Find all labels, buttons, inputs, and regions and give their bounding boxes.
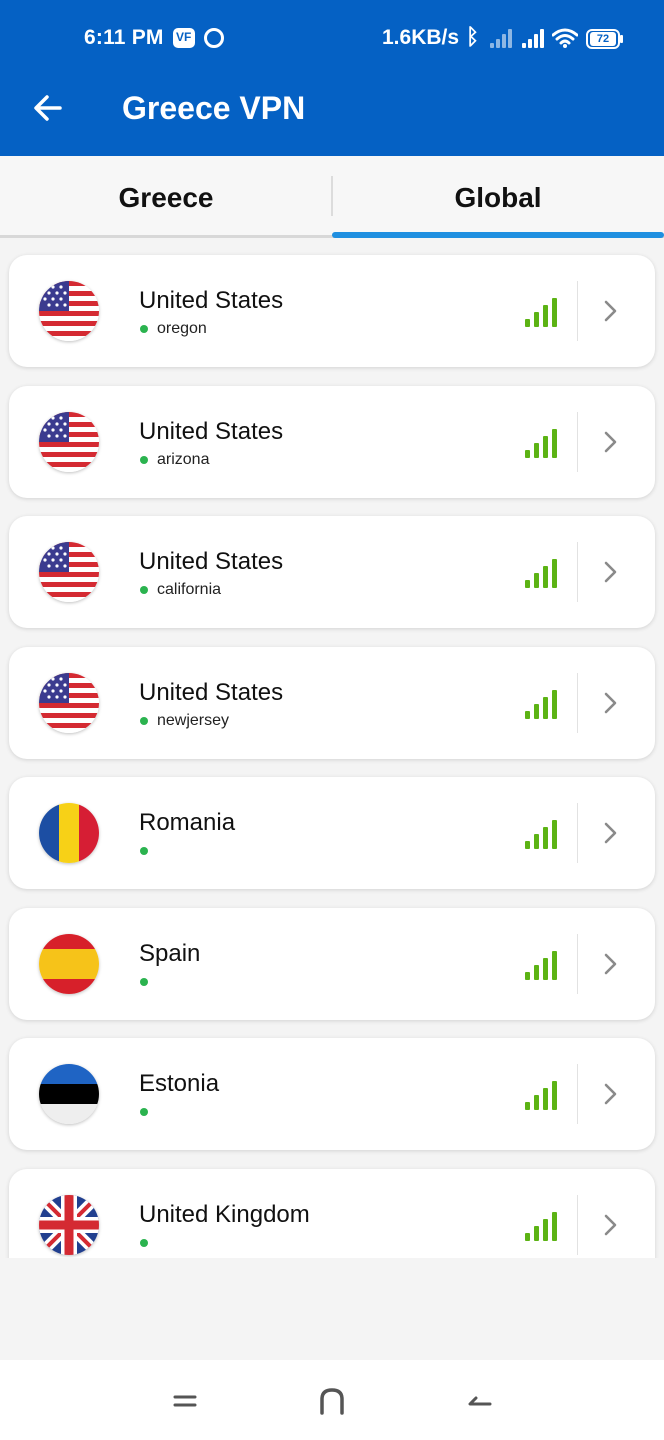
chevron-right-icon[interactable] [599, 428, 621, 456]
online-status-dot [140, 586, 148, 594]
signal-sim1-icon [490, 28, 516, 48]
server-card[interactable]: United Kingdom [9, 1168, 655, 1258]
app-bar: 6:11 PM VF 1.6KB/s ᛒ 72 Greece VPN [0, 0, 664, 156]
us-flag-icon [39, 672, 99, 733]
online-status-dot [140, 1238, 148, 1247]
chevron-right-icon[interactable] [599, 1080, 621, 1108]
signal-sim2-icon [522, 28, 548, 48]
signal-strength-icon [525, 820, 557, 849]
server-region: newjersey [157, 711, 230, 729]
server-country: Estonia [139, 1070, 220, 1097]
tab-greece[interactable]: Greece [0, 156, 332, 238]
chevron-right-icon[interactable] [599, 819, 621, 847]
chevron-right-icon[interactable] [599, 950, 621, 978]
uk-flag-icon [39, 1194, 99, 1255]
status-time: 6:11 PM [84, 26, 164, 49]
signal-strength-icon [525, 689, 557, 719]
server-card[interactable]: United States newjersey [9, 646, 655, 759]
card-divider [577, 803, 578, 863]
online-status-dot [140, 1108, 148, 1116]
chevron-right-icon[interactable] [599, 558, 621, 586]
signal-strength-icon [525, 950, 557, 980]
card-divider [577, 933, 578, 994]
page-title: Greece VPN [122, 90, 306, 126]
chevron-right-icon[interactable] [599, 1211, 621, 1239]
server-list[interactable]: United States oregon United States arizona U… [0, 238, 664, 1258]
server-card[interactable]: United States arizona [9, 385, 655, 498]
server-country: United States [139, 417, 284, 445]
card-divider [577, 281, 578, 341]
server-country: Spain [139, 939, 201, 967]
online-status-dot [140, 455, 148, 464]
menu-icon[interactable] [170, 1386, 200, 1416]
online-status-dot [140, 977, 148, 986]
status-bar: 6:11 PM VF 1.6KB/s ᛒ 72 [0, 0, 664, 78]
battery-icon: 72 [586, 29, 623, 49]
server-region: oregon [157, 320, 207, 337]
us-flag-icon [39, 281, 99, 341]
server-country: United States [139, 548, 284, 575]
tab-bar: Greece Global [0, 156, 664, 238]
online-status-dot [140, 325, 148, 333]
card-divider [577, 672, 578, 733]
server-country: United States [139, 287, 284, 314]
card-divider [577, 1194, 578, 1255]
signal-strength-icon [525, 1081, 557, 1110]
bluetooth-icon: ᛒ [466, 24, 480, 49]
signal-strength-icon [525, 559, 557, 588]
chevron-right-icon[interactable] [599, 689, 621, 717]
server-card[interactable]: Spain [9, 907, 655, 1020]
home-icon[interactable] [317, 1386, 347, 1416]
spain-flag-icon [39, 933, 99, 994]
wifi-icon [552, 28, 578, 48]
us-flag-icon [39, 411, 99, 472]
vpn-badge-icon: VF [173, 28, 195, 48]
back-icon[interactable] [464, 1386, 494, 1416]
signal-strength-icon [525, 1211, 557, 1241]
server-card[interactable]: United States oregon [9, 255, 655, 367]
network-speed: 1.6KB/s [382, 26, 460, 49]
tab-global[interactable]: Global [332, 156, 664, 238]
card-divider [577, 411, 578, 472]
server-region: arizona [157, 450, 210, 468]
online-status-dot [140, 847, 148, 855]
online-status-dot [140, 716, 148, 725]
server-region: california [157, 581, 222, 598]
system-nav-bar [0, 1360, 664, 1440]
us-flag-icon [39, 542, 99, 602]
server-country: United Kingdom [139, 1200, 310, 1228]
signal-strength-icon [525, 428, 557, 458]
card-divider [577, 542, 578, 602]
back-arrow-icon[interactable] [30, 90, 66, 126]
card-divider [577, 1064, 578, 1124]
server-card[interactable]: United States california [9, 516, 655, 628]
server-card[interactable]: Romania [9, 777, 655, 889]
notification-ring-icon [204, 28, 224, 48]
chevron-right-icon[interactable] [599, 297, 621, 325]
server-country: United States [139, 678, 284, 706]
romania-flag-icon [39, 803, 99, 863]
estonia-flag-icon [39, 1064, 99, 1124]
server-country: Romania [139, 809, 236, 836]
signal-strength-icon [525, 298, 557, 327]
server-card[interactable]: Estonia [9, 1038, 655, 1150]
